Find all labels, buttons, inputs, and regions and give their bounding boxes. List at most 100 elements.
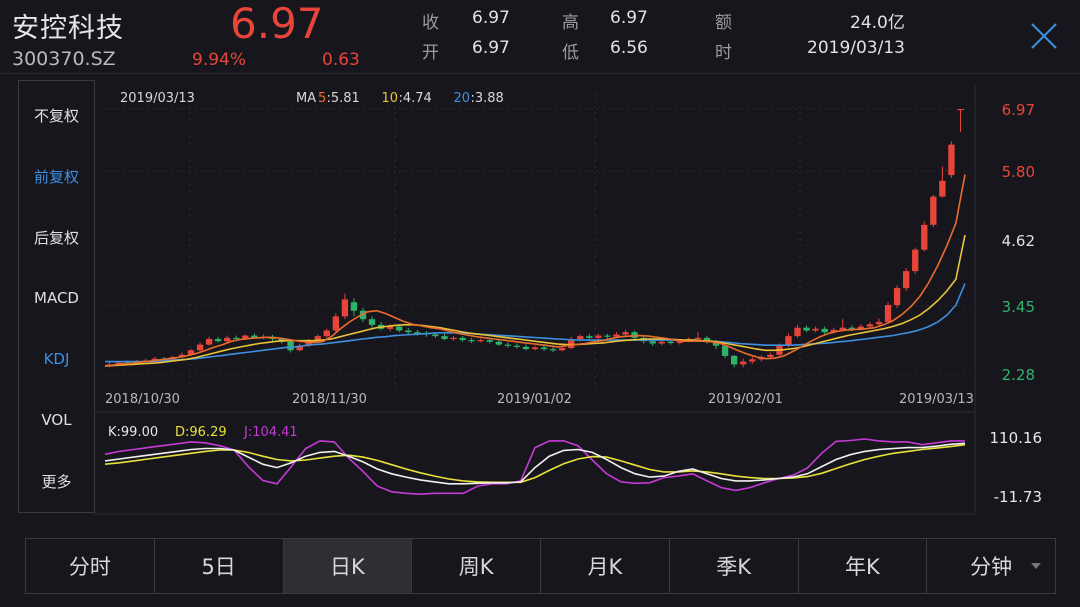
quote-header: 安控科技 300370.SZ 6.97 9.94% 0.63 收 6.97 开 …: [0, 0, 1080, 74]
tab-monthly-k[interactable]: 月K: [541, 539, 670, 593]
candle-body: [531, 347, 539, 350]
close-label: 收: [422, 13, 439, 33]
candle-body: [577, 336, 584, 339]
candle-body: [396, 326, 403, 331]
ma-value-label: :4.74: [399, 91, 432, 106]
open-label: 开: [422, 43, 439, 63]
candle-body: [450, 337, 457, 340]
candle-body: [803, 327, 810, 331]
candle-body: [622, 332, 629, 335]
tab-weekly-k[interactable]: 周K: [412, 539, 541, 593]
candle-body: [902, 271, 910, 289]
sidebar-item-forward-adjust[interactable]: 前复权: [19, 166, 94, 187]
tab-minute-label: 分钟: [970, 555, 1013, 579]
candle-body: [721, 345, 729, 356]
ma-period-label: 20: [454, 91, 471, 106]
change-percent: 9.94%: [192, 50, 247, 70]
candle-body: [540, 347, 548, 350]
sidebar-item-macd[interactable]: MACD: [19, 289, 94, 307]
candle-body: [939, 180, 946, 197]
change-amount: 0.63: [322, 50, 360, 70]
candle-body: [205, 338, 213, 345]
candle-body: [459, 337, 466, 341]
candle-body: [495, 341, 502, 345]
tab-yearly-k[interactable]: 年K: [799, 539, 928, 593]
close-x-icon: [1031, 23, 1057, 49]
last-price: 6.97: [230, 0, 324, 48]
open-value: 6.97: [472, 38, 510, 58]
amount-label: 额: [715, 13, 732, 33]
candle-body: [930, 196, 937, 225]
price-axis-tick: 4.62: [1002, 232, 1035, 250]
candle-body: [730, 355, 738, 365]
candle-body: [912, 249, 919, 272]
sidebar-item-no-adjust[interactable]: 不复权: [19, 105, 94, 126]
sidebar-item-kdj[interactable]: KDJ: [19, 350, 94, 368]
kdj-k-label: K:99.00: [108, 425, 158, 440]
sidebar-item-more[interactable]: 更多: [19, 471, 94, 492]
stock-name: 安控科技: [12, 13, 124, 44]
candle-body: [224, 337, 231, 342]
close-button[interactable]: [1028, 20, 1060, 52]
candle-body: [812, 328, 819, 331]
price-axis-tick: 2.28: [1002, 366, 1035, 384]
caret-down-icon: [1031, 563, 1041, 569]
sidebar-item-vol[interactable]: VOL: [19, 411, 94, 429]
candle-body: [794, 327, 801, 337]
time-value: 2019/03/13: [807, 38, 905, 58]
candle-body: [604, 335, 611, 337]
high-value: 6.97: [610, 8, 648, 28]
candle-body: [477, 340, 484, 342]
kline-chart-area[interactable]: 2019/03/13 MA 5:5.81 10:4.74 20:3.88 6.97 5.80…: [0, 74, 1080, 524]
tab-minute[interactable]: 分钟: [927, 539, 1055, 593]
close-value: 6.97: [472, 8, 510, 28]
candle-body: [522, 346, 530, 350]
candle-body: [586, 336, 593, 338]
candle-body: [513, 345, 521, 347]
candle-body: [214, 338, 222, 342]
candle-body: [740, 361, 747, 365]
kdj-j-label: J:104.41: [243, 425, 298, 440]
stock-code: 300370.SZ: [12, 48, 116, 70]
ma-period-label: 10: [382, 91, 399, 106]
tab-daily-k[interactable]: 日K: [283, 539, 413, 593]
tab-quarterly-k[interactable]: 季K: [670, 539, 799, 593]
date-axis-tick: 2018/11/30: [292, 392, 367, 407]
candle-body: [884, 305, 892, 323]
candle-body: [414, 332, 421, 334]
kdj-d-label: D:96.29: [175, 425, 227, 440]
price-axis-tick: 3.45: [1002, 298, 1035, 316]
tab-5day[interactable]: 5日: [155, 539, 284, 593]
low-label: 低: [562, 43, 579, 63]
sidebar-item-backward-adjust[interactable]: 后复权: [19, 227, 94, 248]
candle-body: [948, 144, 955, 176]
candle-body: [767, 354, 774, 358]
kdj-axis-bottom: -11.73: [994, 488, 1042, 506]
candle-body: [341, 299, 349, 317]
candle-body: [323, 330, 330, 337]
time-label: 时: [715, 43, 732, 63]
candle-body: [405, 330, 412, 333]
candle-body: [848, 327, 856, 329]
candle-body: [667, 341, 674, 343]
candle-body: [432, 334, 439, 337]
candle-body: [558, 348, 566, 351]
ma-value-label: :5.81: [327, 91, 360, 106]
indicator-sidebar: 不复权 前复权 后复权 MACD KDJ VOL 更多: [18, 80, 95, 513]
candle-body: [649, 341, 656, 344]
candle-body: [368, 319, 376, 325]
candle-body: [196, 344, 204, 351]
tab-intraday[interactable]: 分时: [26, 539, 155, 593]
low-value: 6.56: [610, 38, 648, 58]
candle-body: [595, 335, 602, 338]
candle-body: [921, 224, 928, 250]
price-axis-tick: 5.80: [1002, 163, 1035, 181]
candle-body: [468, 340, 475, 342]
candle-body: [785, 336, 792, 346]
ma-prefix: MA: [296, 91, 316, 106]
candle-body: [287, 341, 294, 351]
date-axis-tick: 2019/02/01: [708, 392, 783, 407]
candle-body: [350, 302, 358, 311]
candle-body: [749, 359, 756, 362]
date-axis-tick: 2019/01/02: [497, 392, 572, 407]
